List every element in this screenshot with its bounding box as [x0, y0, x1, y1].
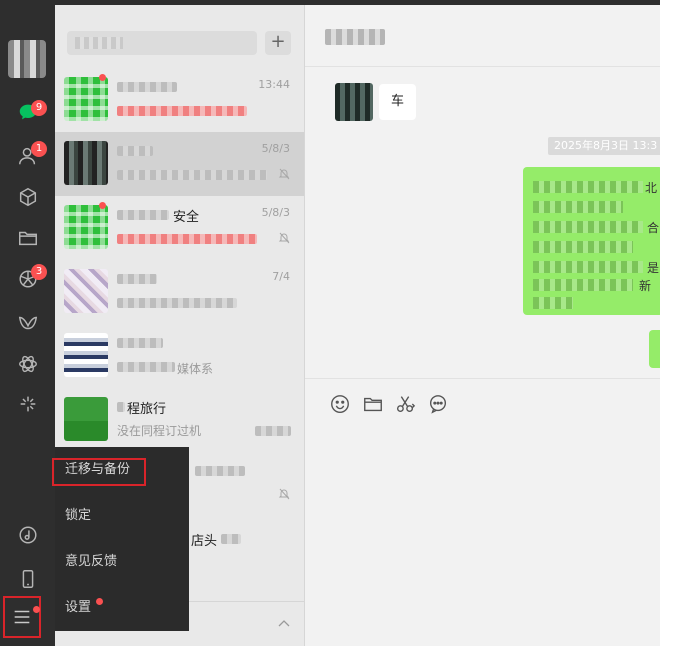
chat-header [305, 5, 660, 67]
folder-icon[interactable] [362, 393, 384, 415]
chat-preview-blurred [117, 106, 247, 116]
chat-preview: 没在同程订过机 [117, 424, 202, 438]
chat-preview-blurred [117, 234, 257, 244]
phone-icon[interactable] [14, 565, 42, 593]
chevron-up-icon [278, 620, 290, 627]
menu-notification-dot [33, 606, 40, 613]
chat-name-blurred [117, 146, 153, 156]
chat-list-item[interactable]: 5/8/3 [55, 132, 304, 196]
chat-avatar [64, 141, 108, 185]
chat-preview-blurred [117, 298, 237, 308]
mute-icon [278, 168, 290, 180]
cube-icon[interactable] [14, 183, 42, 211]
chat-name-blurred [117, 82, 177, 92]
chat-name-blurred [117, 338, 163, 348]
menu-item-lock[interactable]: 锁定 [55, 493, 189, 539]
chat-name-blurred [117, 274, 157, 284]
chat-list-item[interactable]: 安全 5/8/3 [55, 196, 304, 260]
chat-window: 车 2025年8月3日 13:3 北 合 是 新 [305, 5, 660, 646]
scissors-icon[interactable] [394, 393, 416, 415]
chat-time: 5/8/3 [261, 142, 290, 155]
message-text-blurred [533, 297, 573, 309]
more-menu-button[interactable] [3, 596, 41, 638]
message-text-blurred [533, 279, 633, 291]
search-text-blurred [75, 37, 123, 49]
message-text-blurred [533, 261, 643, 273]
emoji-icon[interactable] [329, 393, 351, 415]
message-fragment: 新 [639, 279, 652, 293]
message-text-blurred [533, 221, 643, 233]
outgoing-message [649, 330, 660, 368]
chat-name-blurred [117, 210, 169, 220]
message-text-blurred [533, 241, 633, 253]
incoming-message: 车 [379, 84, 417, 120]
folder-icon[interactable] [14, 224, 42, 252]
chat-name: 安全 [173, 210, 200, 225]
user-avatar[interactable] [8, 40, 46, 78]
chat-title-blurred [325, 29, 385, 45]
chat-preview: 媒体系 [177, 362, 214, 376]
menu-item-feedback[interactable]: 意见反馈 [55, 539, 189, 585]
outgoing-message: 北 合 是 新 [523, 167, 660, 315]
menu-icon [14, 610, 30, 624]
chat-name: 程旅行 [127, 402, 167, 417]
chat-preview-blurred [255, 426, 291, 436]
sender-avatar [335, 83, 373, 121]
chat-preview-blurred [117, 170, 267, 180]
input-toolbar [305, 378, 660, 646]
chat-avatar [64, 205, 108, 249]
chat-avatar [64, 77, 108, 121]
unread-dot [99, 202, 106, 209]
message-fragment: 北 [645, 181, 658, 195]
chat-avatar [64, 397, 108, 441]
message-fragment: 合 [647, 221, 660, 235]
message-fragment: 是 [647, 261, 660, 275]
chat-list-item[interactable]: 程旅行 没在同程订过机 [55, 388, 304, 452]
message-timestamp: 2025年8月3日 13:3 [548, 137, 660, 155]
chat-name-blurred [195, 466, 245, 476]
chat-list-item[interactable]: 7/4 [55, 260, 304, 324]
mute-icon [278, 232, 290, 244]
search-glint-icon[interactable] [14, 390, 42, 418]
chat-time: 7/4 [272, 270, 290, 283]
chat-name: 店头 [191, 534, 218, 549]
moments-badge: 3 [31, 264, 47, 280]
chat-name-blurred [117, 402, 125, 412]
chat-preview-blurred [117, 362, 175, 372]
message-text-blurred [533, 201, 623, 213]
chat-bubble-icon[interactable] [427, 393, 449, 415]
unread-dot [99, 74, 106, 81]
add-button[interactable]: + [265, 31, 291, 55]
mute-icon [278, 488, 290, 500]
chat-time: 5/8/3 [261, 206, 290, 219]
contacts-badge: 1 [31, 141, 47, 157]
search-input[interactable] [67, 31, 257, 55]
channels-icon[interactable] [14, 309, 42, 337]
message-text-blurred [533, 181, 643, 193]
settings-notification-dot [96, 598, 103, 605]
chat-time: 13:44 [258, 78, 290, 91]
chat-avatar [64, 333, 108, 377]
chat-avatar [64, 269, 108, 313]
menu-item-settings[interactable]: 设置 [55, 585, 189, 631]
sidebar: 9 1 3 [0, 0, 55, 646]
chat-list-item[interactable]: 13:44 [55, 68, 304, 132]
wechat-window: 9 1 3 + 13:44 5/8/3 安全 5/8/3 7/4 媒体系 程旅行… [0, 0, 660, 646]
mini-programs-icon[interactable] [14, 350, 42, 378]
music-icon[interactable] [14, 521, 42, 549]
chat-list-item[interactable]: 媒体系 [55, 324, 304, 388]
chat-name-blurred [221, 534, 241, 544]
highlight-box [52, 458, 146, 486]
chat-unread-badge: 9 [31, 100, 47, 116]
